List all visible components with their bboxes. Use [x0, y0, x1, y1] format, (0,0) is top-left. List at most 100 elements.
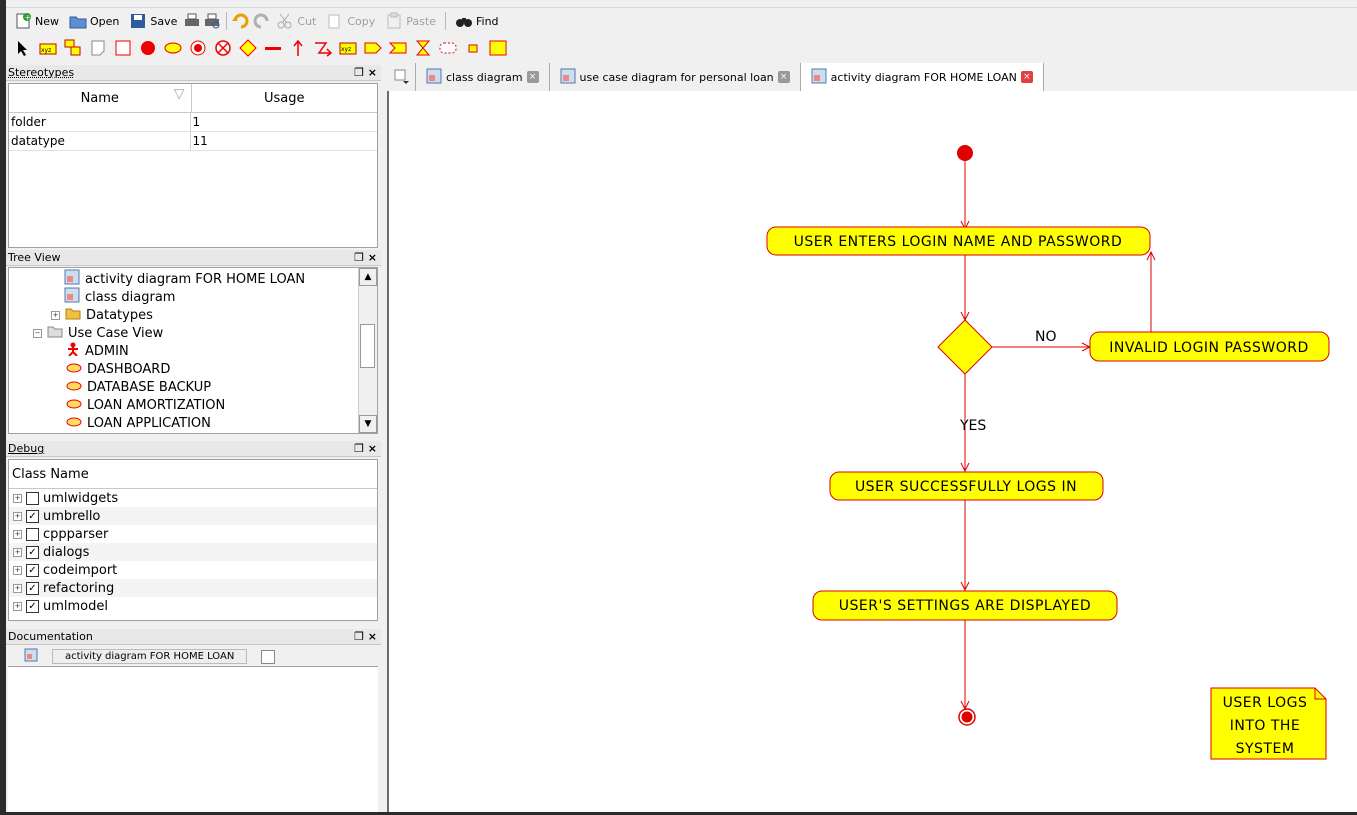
initial-state-icon[interactable] [139, 39, 157, 57]
tab-class-diagram[interactable]: class diagram × [416, 63, 550, 91]
diagram-icon [24, 648, 38, 665]
column-header-usage[interactable]: Usage [192, 84, 378, 112]
flow-final-icon[interactable] [214, 39, 232, 57]
documentation-textarea[interactable] [8, 666, 378, 812]
decision-node[interactable] [938, 320, 992, 374]
checkbox-checked[interactable]: ✓ [26, 600, 39, 613]
list-item[interactable]: + ✓ codeimport [9, 561, 377, 579]
new-tab-button[interactable] [387, 63, 416, 91]
initial-node[interactable] [957, 145, 973, 161]
panel-float-close-icon[interactable]: ❐ × [354, 630, 377, 643]
undo-icon[interactable] [232, 12, 250, 30]
tree-item-admin[interactable]: ADMIN [66, 342, 129, 360]
tree-item-loan-application[interactable]: LOAN APPLICATION [66, 414, 211, 432]
expand-icon[interactable]: + [13, 584, 22, 593]
activity-settings-displayed[interactable]: USER'S SETTINGS ARE DISPLAYED [813, 591, 1117, 620]
exception-icon[interactable] [314, 39, 332, 57]
scroll-thumb[interactable] [360, 324, 375, 368]
table-row[interactable]: datatype 11 [9, 132, 377, 151]
checkbox[interactable] [26, 528, 39, 541]
partition-icon[interactable] [489, 39, 507, 57]
tree-item-label: class diagram [85, 290, 175, 305]
note-icon[interactable] [89, 39, 107, 57]
list-item[interactable]: + cppparser [9, 525, 377, 543]
find-button[interactable]: Find [451, 10, 503, 32]
debug-header[interactable]: Class Name [9, 460, 377, 489]
cut-button[interactable]: Cut [272, 10, 320, 32]
pin-icon[interactable] [464, 39, 482, 57]
tree-item-database-backup[interactable]: DATABASE BACKUP [66, 378, 211, 396]
scroll-up-icon[interactable]: ▲ [359, 268, 377, 286]
save-button[interactable]: Save [125, 10, 181, 32]
tree-item-loan-amortization[interactable]: LOAN AMORTIZATION [66, 396, 225, 414]
column-header-name[interactable]: Name ▽ [9, 84, 192, 112]
redo-icon[interactable] [252, 12, 270, 30]
activity-successful-login[interactable]: USER SUCCESSFULLY LOGS IN [830, 472, 1103, 500]
checkbox-checked[interactable]: ✓ [26, 582, 39, 595]
accept-signal-icon[interactable] [389, 39, 407, 57]
list-item[interactable]: + ✓ refactoring [9, 579, 377, 597]
final-state-icon[interactable] [189, 39, 207, 57]
table-row[interactable]: folder 1 [9, 113, 377, 132]
tab-activity-diagram[interactable]: activity diagram FOR HOME LOAN × [801, 63, 1044, 91]
expand-icon[interactable]: + [13, 602, 22, 611]
list-item[interactable]: + ✓ umbrello [9, 507, 377, 525]
object-node-icon[interactable]: xyz [339, 39, 357, 57]
checkbox[interactable] [26, 492, 39, 505]
fork-icon[interactable] [264, 39, 282, 57]
close-tab-icon[interactable]: × [778, 71, 790, 83]
expand-icon[interactable]: + [13, 512, 22, 521]
scroll-down-icon[interactable]: ▼ [359, 415, 377, 433]
text-box-icon[interactable]: xyz [39, 39, 57, 57]
new-button[interactable]: + New [10, 10, 63, 32]
note-tool-icon[interactable] [64, 39, 82, 57]
checkbox-checked[interactable]: ✓ [26, 564, 39, 577]
activity-enter-credentials[interactable]: USER ENTERS LOGIN NAME AND PASSWORD [767, 227, 1150, 255]
activity-invalid-login[interactable]: INVALID LOGIN PASSWORD [1090, 332, 1329, 361]
panel-float-close-icon[interactable]: ❐ × [354, 251, 377, 264]
close-tab-icon[interactable]: × [527, 71, 539, 83]
stereotypes-header: Name ▽ Usage [9, 84, 377, 113]
tree-item-dashboard[interactable]: DASHBOARD [66, 360, 170, 378]
open-button[interactable]: Open [65, 10, 123, 32]
tab-use-case-diagram[interactable]: use case diagram for personal loan × [550, 63, 801, 91]
tree-item-class-diagram[interactable]: class diagram [64, 288, 175, 306]
list-item[interactable]: + umlwidgets [9, 489, 377, 507]
region-icon[interactable] [439, 39, 457, 57]
checkbox-checked[interactable]: ✓ [26, 510, 39, 523]
copy-button[interactable]: Copy [322, 10, 379, 32]
list-item[interactable]: + ✓ dialogs [9, 543, 377, 561]
paste-button[interactable]: Paste [381, 10, 440, 32]
tree-scrollbar[interactable]: ▲ ▼ [358, 268, 377, 433]
close-tab-icon[interactable]: × [1021, 71, 1033, 83]
panel-float-close-icon[interactable]: ❐ × [354, 442, 377, 455]
diagram-canvas[interactable]: USER ENTERS LOGIN NAME AND PASSWORD NO Y… [387, 91, 1357, 812]
activity-icon[interactable] [164, 39, 182, 57]
diagram-icon [426, 68, 442, 87]
box-icon[interactable] [114, 39, 132, 57]
expand-icon[interactable]: + [13, 566, 22, 575]
tree-item-use-case-view[interactable]: − Use Case View [33, 324, 163, 342]
list-item[interactable]: + ✓ umlmodel [9, 597, 377, 615]
collapse-icon[interactable]: − [33, 329, 42, 338]
folder-open-icon [69, 12, 87, 30]
tree-item-datatypes[interactable]: + Datatypes [51, 306, 153, 324]
expand-icon[interactable]: + [13, 530, 22, 539]
note-user-logs[interactable]: USER LOGS INTO THE SYSTEM [1211, 688, 1326, 759]
expand-icon[interactable]: + [13, 494, 22, 503]
final-node[interactable] [959, 709, 975, 725]
panel-float-close-icon[interactable]: ❐ × [354, 66, 377, 79]
hourglass-icon[interactable] [414, 39, 432, 57]
send-signal-icon[interactable] [364, 39, 382, 57]
arrow-up-icon[interactable] [289, 39, 307, 57]
select-arrow-icon[interactable] [14, 39, 32, 57]
expand-icon[interactable]: + [51, 311, 60, 320]
expand-icon[interactable]: + [13, 548, 22, 557]
checkbox-checked[interactable]: ✓ [26, 546, 39, 559]
print-preview-icon[interactable] [203, 12, 221, 30]
print-icon[interactable] [183, 12, 201, 30]
documentation-item[interactable]: activity diagram FOR HOME LOAN [52, 649, 247, 664]
tree-item-activity-diagram[interactable]: activity diagram FOR HOME LOAN [64, 270, 305, 288]
decision-icon[interactable] [239, 39, 257, 57]
documentation-checkbox[interactable] [261, 650, 275, 664]
